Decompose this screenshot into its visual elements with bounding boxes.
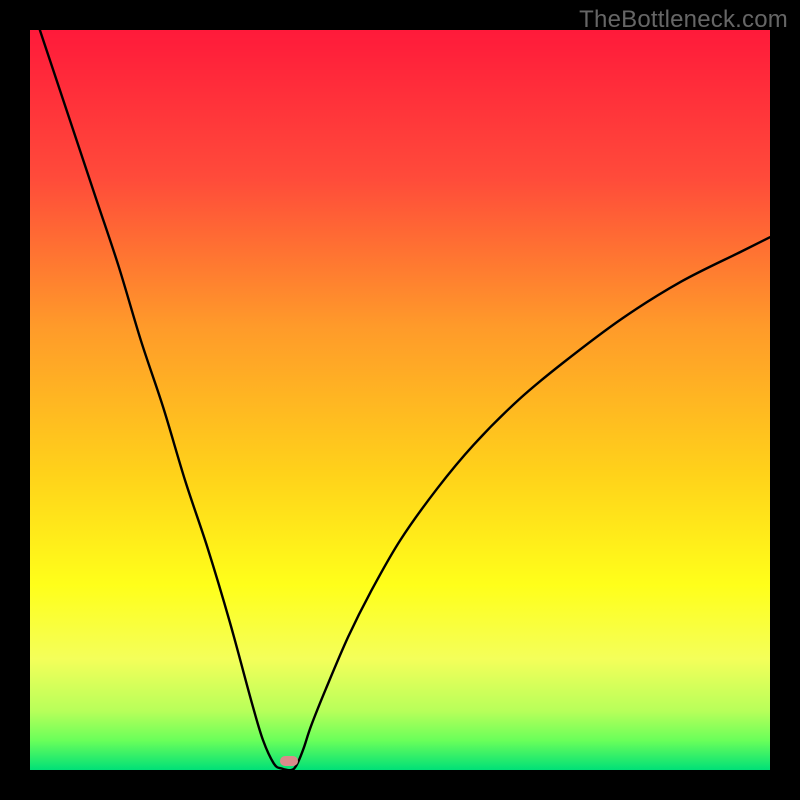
bottleneck-curve [30, 0, 770, 770]
plot-area [30, 30, 770, 770]
chart-frame: TheBottleneck.com [0, 0, 800, 800]
curve-svg [30, 30, 770, 770]
optimal-marker [280, 756, 298, 766]
